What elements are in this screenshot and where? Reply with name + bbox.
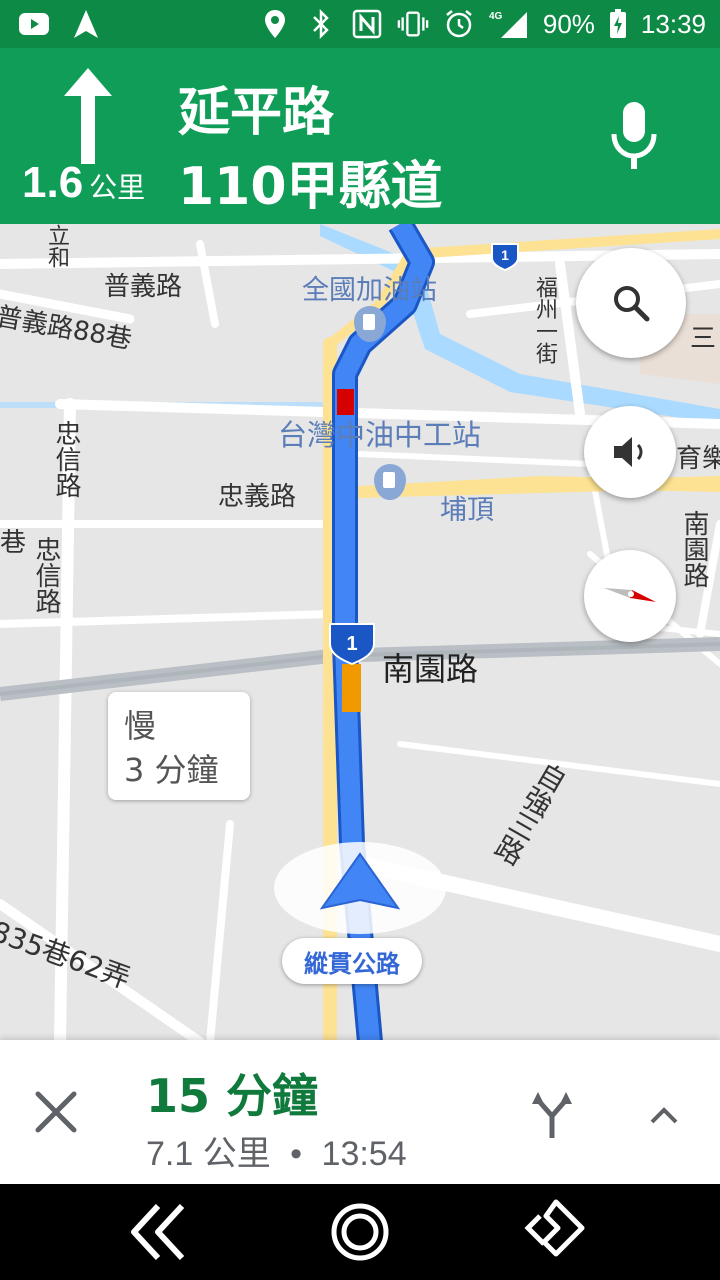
map-label-fuzhou-1st: 福州一街 bbox=[532, 276, 557, 364]
distance-value: 1.6 bbox=[22, 158, 84, 207]
maneuver-distance: 1.6 公里 bbox=[22, 158, 145, 208]
map-label-zhongyi-rd: 忠義路 bbox=[218, 482, 297, 512]
map-label-puyi-rd: 普義路 bbox=[104, 272, 183, 302]
map-label-zhongxin-rd-1: 忠信路 bbox=[51, 420, 81, 498]
alternate-routes-icon[interactable] bbox=[528, 1088, 576, 1140]
map-label-zhongxin-rd-2: 忠信路 bbox=[31, 536, 61, 614]
map-label-gas-station-cpc: 台灣中油中工站 bbox=[278, 418, 482, 452]
next-street-secondary: 110甲縣道 bbox=[178, 157, 443, 217]
battery-charging-icon bbox=[609, 8, 627, 40]
youtube-icon bbox=[18, 8, 50, 40]
map-label-nanyuan-rd-right: 南園路 bbox=[679, 510, 709, 588]
arrival-time: 13:54 bbox=[321, 1135, 407, 1173]
navigation-icon bbox=[70, 8, 102, 40]
search-icon bbox=[614, 286, 650, 322]
system-navigation-bar bbox=[0, 1184, 720, 1280]
svg-text:4G: 4G bbox=[489, 11, 503, 22]
home-icon[interactable] bbox=[324, 1196, 396, 1268]
separator: • bbox=[290, 1135, 303, 1173]
straight-arrow-icon bbox=[64, 68, 112, 164]
traffic-level: 慢 bbox=[124, 707, 157, 745]
map-label-gas-station-national: 全國加油站 bbox=[302, 275, 437, 306]
volume-icon bbox=[614, 437, 643, 467]
map-label-road-3: 三 bbox=[690, 324, 717, 354]
map-view[interactable]: 1 1 普義路 普義路88巷 立和 全國加油站 福州一街 台灣中油中工站 忠義路… bbox=[0, 224, 720, 1042]
trip-details: 7.1 公里 • 13:54 bbox=[146, 1126, 407, 1175]
svg-text:1: 1 bbox=[346, 633, 357, 655]
search-button[interactable] bbox=[576, 248, 686, 358]
sound-button[interactable] bbox=[584, 406, 676, 498]
distance-unit: 公里 bbox=[89, 172, 146, 203]
current-road-label: 縱貫公路 bbox=[282, 938, 422, 984]
eta-duration: 15 分鐘 bbox=[146, 1069, 319, 1123]
location-icon bbox=[259, 8, 291, 40]
map-label-lihe: 立和 bbox=[44, 224, 69, 268]
map-label-nanyuan-rd: 南園路 bbox=[382, 650, 479, 688]
recents-icon[interactable] bbox=[520, 1196, 592, 1268]
signal-icon: 4G bbox=[489, 8, 529, 40]
compass-button[interactable] bbox=[584, 550, 676, 642]
map-label-lane: 巷 bbox=[0, 528, 27, 558]
trip-distance: 7.1 公里 bbox=[146, 1135, 271, 1173]
map-label-buding: 埔頂 bbox=[440, 495, 494, 526]
back-icon[interactable] bbox=[124, 1196, 196, 1268]
trip-summary-panel: 15 分鐘 7.1 公里 • 13:54 bbox=[0, 1040, 720, 1184]
traffic-delay-card[interactable]: 慢 3 分鐘 bbox=[108, 692, 250, 800]
close-icon[interactable] bbox=[30, 1086, 82, 1138]
status-bar: 4G 90% 13:39 bbox=[0, 0, 720, 48]
microphone-icon[interactable] bbox=[610, 100, 658, 172]
alarm-icon bbox=[443, 8, 475, 40]
svg-text:1: 1 bbox=[501, 247, 509, 263]
chevron-up-icon[interactable] bbox=[644, 1096, 684, 1136]
map-label-yuele: 育樂 bbox=[676, 444, 720, 474]
bluetooth-icon bbox=[305, 8, 337, 40]
battery-level: 90% bbox=[542, 8, 595, 39]
nfc-icon bbox=[351, 8, 383, 40]
navigation-screen: 4G 90% 13:39 1.6 公里 延平路 110甲縣道 1 1 普義路 普… bbox=[0, 0, 720, 1280]
navigation-header[interactable]: 1.6 公里 延平路 110甲縣道 bbox=[0, 48, 720, 224]
clock: 13:39 bbox=[640, 8, 706, 39]
next-street-primary: 延平路 bbox=[178, 83, 335, 143]
traffic-delay: 3 分鐘 bbox=[124, 751, 219, 789]
compass-icon bbox=[604, 588, 656, 602]
vibrate-icon bbox=[397, 8, 429, 40]
